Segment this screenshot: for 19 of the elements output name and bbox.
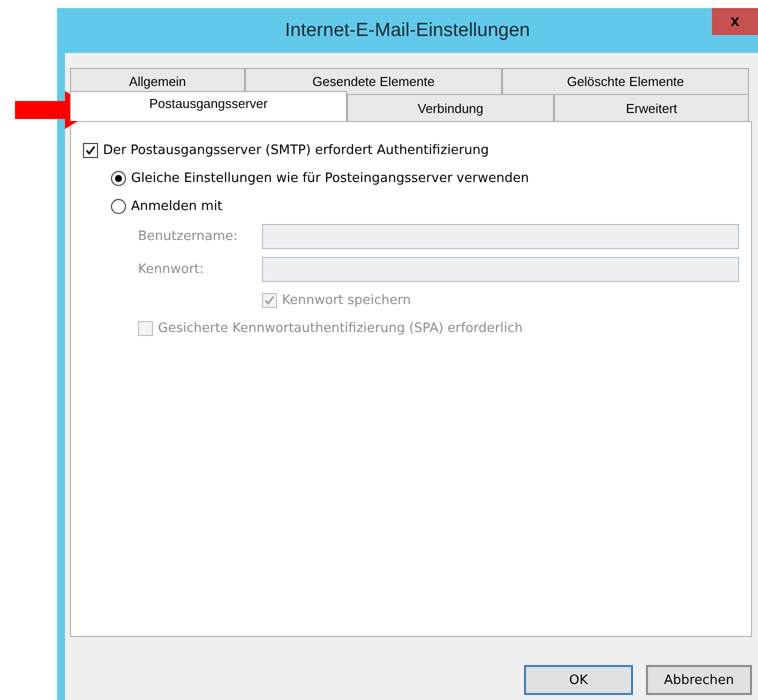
checkbox-label: Gesicherte Kennwortauthentifizierung (SPA) erforderlich [158,320,523,336]
tab[interactable]: Gelöschte Elemente [502,68,749,94]
radio-label: Gleiche Einstellungen wie für Posteingangsserver verwenden [131,170,529,186]
ok-button[interactable]: OK [524,665,633,695]
checkbox-label: Der Postausgangsserver (SMTP) erfordert Authentifizierung [103,142,489,158]
radio-button[interactable] [111,198,126,214]
radio-label: Anmelden mit [131,198,222,214]
field-label: Kennwort: [138,262,205,277]
tab[interactable]: Gesendete Elemente [245,68,502,94]
field-label: Benutzername: [138,229,239,244]
cancel-button[interactable]: Abbrechen [646,665,752,695]
tab[interactable]: Postausgangsserver [70,91,347,121]
tab[interactable]: Verbindung [347,94,554,121]
checkbox-label: Kennwort speichern [282,292,411,308]
radio-button[interactable] [111,170,126,186]
checkbox[interactable] [83,142,98,158]
tab[interactable]: Erweitert [554,94,749,121]
window-title: Internet-E-Mail-Einstellungen [284,20,530,42]
close-button[interactable]: x [712,8,758,35]
